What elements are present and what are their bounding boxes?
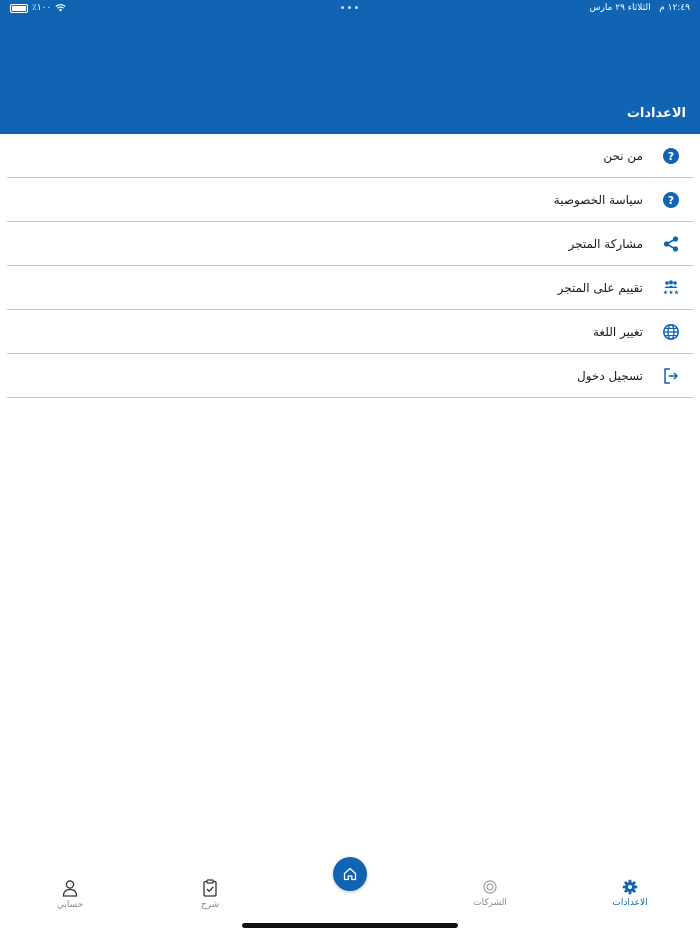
status-time: ١٢:٤٩ م xyxy=(659,3,690,13)
home-button[interactable] xyxy=(333,857,367,891)
gear-icon xyxy=(622,879,638,895)
svg-text:?: ? xyxy=(668,194,674,207)
settings-menu: ? من نحن ? سياسة الخصوصية مشاركة المتجر xyxy=(7,134,693,398)
menu-item-label: تسجيل دخول xyxy=(577,368,643,383)
page-title: الاعدادات xyxy=(626,106,686,121)
target-icon xyxy=(483,880,497,894)
menu-item-share-store[interactable]: مشاركة المتجر xyxy=(7,222,693,266)
user-icon xyxy=(62,880,78,897)
tab-label: الاعدادات xyxy=(612,898,648,908)
tab-companies[interactable]: الشركات xyxy=(450,879,530,908)
home-indicator[interactable] xyxy=(242,923,458,928)
wifi-icon xyxy=(55,4,66,12)
menu-item-about[interactable]: ? من نحن xyxy=(7,134,693,178)
status-bar: ١٢:٤٩ م الثلاثاء ٢٩ مارس ••• ٪١٠٠ xyxy=(0,0,700,18)
multitask-dots[interactable]: ••• xyxy=(340,3,361,14)
clipboard-check-icon xyxy=(203,879,217,897)
battery-percent: ٪١٠٠ xyxy=(32,3,52,13)
login-icon xyxy=(657,362,685,390)
question-icon: ? xyxy=(657,142,685,170)
tab-label: شرح xyxy=(200,900,220,910)
menu-item-login[interactable]: تسجيل دخول xyxy=(7,354,693,398)
battery-icon xyxy=(10,3,28,13)
status-indicators: ٪١٠٠ xyxy=(10,3,66,13)
header-bar: ١٢:٤٩ م الثلاثاء ٢٩ مارس ••• ٪١٠٠ الاعدا… xyxy=(0,0,700,134)
menu-item-privacy-policy[interactable]: ? سياسة الخصوصية xyxy=(7,178,693,222)
menu-item-change-language[interactable]: تغيير اللغة xyxy=(7,310,693,354)
tab-account[interactable]: حسابي xyxy=(30,879,110,910)
status-date-time: ١٢:٤٩ م الثلاثاء ٢٩ مارس xyxy=(589,3,690,13)
tab-settings[interactable]: الاعدادات xyxy=(590,879,670,908)
menu-item-label: تقييم على المتجر xyxy=(557,280,643,295)
tab-cart[interactable]: شرح xyxy=(170,879,250,910)
tab-label: الشركات xyxy=(473,898,507,908)
globe-icon xyxy=(657,318,685,346)
svg-text:?: ? xyxy=(668,150,674,163)
menu-item-label: مشاركة المتجر xyxy=(568,236,643,251)
question-icon: ? xyxy=(657,186,685,214)
menu-item-label: تغيير اللغة xyxy=(593,324,643,339)
tab-label: حسابي xyxy=(56,900,84,910)
rating-people-icon xyxy=(657,274,685,302)
share-icon xyxy=(657,230,685,258)
home-icon xyxy=(343,867,357,881)
menu-item-rate-store[interactable]: تقييم على المتجر xyxy=(7,266,693,310)
menu-item-label: من نحن xyxy=(603,148,643,163)
status-date: الثلاثاء ٢٩ مارس xyxy=(589,3,651,13)
menu-item-label: سياسة الخصوصية xyxy=(553,192,643,207)
